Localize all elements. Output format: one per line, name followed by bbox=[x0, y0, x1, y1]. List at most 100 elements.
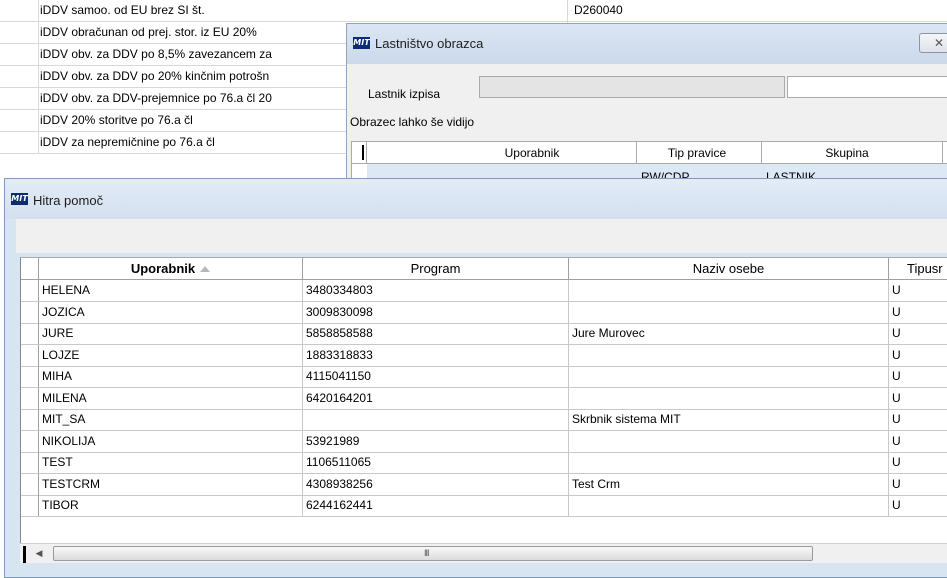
background-row-label: iDDV obv. za DDV po 8,5% zavezancem za bbox=[40, 47, 272, 61]
cell-person-name bbox=[569, 366, 889, 387]
row-selector[interactable] bbox=[21, 344, 39, 366]
cell-program: 6420164201 bbox=[303, 387, 569, 409]
column-header-user-type[interactable]: Tipusr bbox=[889, 258, 947, 279]
cell-person-name bbox=[569, 301, 889, 323]
table-row[interactable]: JOZICA 3009830098 U bbox=[21, 301, 947, 324]
row-selector[interactable] bbox=[21, 323, 39, 344]
background-row-label: iDDV samoo. od EU brez SI št. bbox=[40, 3, 205, 17]
background-row-label: iDDV obv. za DDV-prejemnice po 76.a čl 2… bbox=[40, 91, 272, 105]
cell-user-type: U bbox=[889, 323, 947, 344]
background-row-selector bbox=[0, 66, 39, 87]
row-selector[interactable] bbox=[21, 409, 39, 430]
cell-user: MIHA bbox=[39, 366, 303, 387]
visible-to-label: Obrazec lahko še vidijo bbox=[350, 115, 475, 129]
row-selector[interactable] bbox=[21, 280, 39, 301]
background-row-label: iDDV 20% storitve po 76.a čl bbox=[40, 113, 193, 127]
users-grid: Uporabnik Program Naziv osebe Tipusr HEL… bbox=[20, 257, 947, 547]
table-row[interactable]: HELENA 3480334803 U bbox=[21, 280, 947, 302]
table-row[interactable]: TEST 1106511065 U bbox=[21, 452, 947, 474]
users-grid-header: Uporabnik Program Naziv osebe Tipusr bbox=[21, 258, 947, 280]
cell-user: JURE bbox=[39, 323, 303, 344]
cell-user: TEST bbox=[39, 452, 303, 473]
cell-user: LOJZE bbox=[39, 344, 303, 366]
table-row[interactable]: TESTCRM 4308938256 Test Crm U bbox=[21, 473, 947, 496]
ownership-window-titlebar[interactable]: MIT Lastništvo obrazca ✕ bbox=[347, 24, 947, 64]
cell-program: 3480334803 bbox=[303, 280, 569, 301]
scrollbar-thumb[interactable]: III bbox=[53, 546, 813, 561]
background-row-selector bbox=[0, 0, 39, 21]
cell-user-type: U bbox=[889, 345, 947, 366]
column-header-user[interactable]: Uporabnik bbox=[39, 258, 303, 279]
cell-user-type: U bbox=[889, 474, 947, 495]
background-row-selector bbox=[0, 44, 39, 65]
cell-person-name bbox=[569, 280, 889, 301]
row-selector[interactable] bbox=[21, 430, 39, 452]
sort-ascending-icon bbox=[200, 266, 211, 272]
cell-user: HELENA bbox=[39, 280, 303, 301]
column-header-right-type[interactable]: Tip pravice bbox=[637, 146, 757, 160]
cell-program: 5858858588 bbox=[303, 323, 569, 344]
cell-person-name: Jure Murovec bbox=[569, 323, 889, 344]
cell-user: MILENA bbox=[39, 387, 303, 409]
mit-logo-icon: MIT bbox=[11, 193, 28, 205]
cell-user-type: U bbox=[889, 452, 947, 473]
row-selector-header bbox=[352, 142, 367, 163]
current-record-marker bbox=[23, 546, 26, 563]
background-row-selector bbox=[0, 22, 39, 43]
table-row[interactable]: NIKOLIJA 53921989 U bbox=[21, 430, 947, 453]
quick-help-titlebar[interactable]: MIT Hitra pomoč bbox=[5, 179, 947, 219]
scroll-grip: III bbox=[424, 548, 429, 558]
table-row[interactable]: TIBOR 6244162441 U bbox=[21, 495, 947, 517]
cell-person-name bbox=[569, 387, 889, 409]
row-selector[interactable] bbox=[21, 473, 39, 495]
cell-person-name bbox=[569, 344, 889, 366]
row-selector[interactable] bbox=[21, 366, 39, 387]
row-selector[interactable] bbox=[21, 301, 39, 323]
owner-field[interactable] bbox=[479, 76, 785, 98]
table-row[interactable]: MIT_SA Skrbnik sistema MIT U bbox=[21, 409, 947, 431]
row-selector[interactable] bbox=[21, 495, 39, 516]
cell-program: 53921989 bbox=[303, 430, 569, 452]
cell-program: 4115041150 bbox=[303, 366, 569, 387]
cell-person-name: Test Crm bbox=[569, 473, 889, 495]
cell-user: MIT_SA bbox=[39, 409, 303, 430]
background-row-code: D260040 bbox=[574, 3, 623, 17]
quick-help-window: MIT Hitra pomoč Uporabnik Program Naziv … bbox=[4, 178, 947, 578]
mit-logo-icon: MIT bbox=[353, 37, 370, 49]
cell-program bbox=[303, 409, 569, 430]
cell-user-type: U bbox=[889, 495, 947, 516]
background-row-label: iDDV obračunan od prej. stor. iz EU 20% bbox=[40, 25, 257, 39]
column-header-person-name[interactable]: Naziv osebe bbox=[569, 258, 889, 279]
cell-person-name bbox=[569, 430, 889, 452]
cell-person-name: Skrbnik sistema MIT bbox=[569, 409, 889, 430]
column-header-user[interactable]: Uporabnik bbox=[462, 146, 602, 160]
cell-person-name bbox=[569, 495, 889, 516]
table-row[interactable]: MILENA 6420164201 U bbox=[21, 387, 947, 410]
column-header-program[interactable]: Program bbox=[303, 258, 569, 279]
background-list-row[interactable]: iDDV samoo. od EU brez SI št. D260040 bbox=[0, 0, 947, 22]
close-button[interactable]: ✕ bbox=[919, 33, 947, 53]
row-selector[interactable] bbox=[21, 387, 39, 409]
cell-user: TESTCRM bbox=[39, 473, 303, 495]
horizontal-scrollbar[interactable]: ◀ III bbox=[20, 543, 947, 563]
scroll-left-icon[interactable]: ◀ bbox=[31, 546, 47, 561]
table-row[interactable]: JURE 5858858588 Jure Murovec U bbox=[21, 323, 947, 345]
cell-user-type: U bbox=[889, 409, 947, 430]
quick-help-title: Hitra pomoč bbox=[33, 193, 104, 208]
row-selector-header bbox=[21, 258, 39, 279]
background-row-label: iDDV obv. za DDV po 20% kinčnim potrošn bbox=[40, 69, 270, 83]
cell-user-type: U bbox=[889, 302, 947, 323]
cell-person-name bbox=[569, 452, 889, 473]
background-row-label: iDDV za nepremičnine po 76.a čl bbox=[40, 135, 215, 149]
cell-user-type: U bbox=[889, 431, 947, 452]
owner-field-secondary[interactable] bbox=[787, 76, 947, 98]
ownership-window: MIT Lastništvo obrazca ✕ Lastnik izpisa … bbox=[346, 23, 947, 185]
table-row[interactable]: LOJZE 1883318833 U bbox=[21, 344, 947, 367]
table-row[interactable]: MIHA 4115041150 U bbox=[21, 366, 947, 388]
cell-user: JOZICA bbox=[39, 301, 303, 323]
cell-user: NIKOLIJA bbox=[39, 430, 303, 452]
row-selector[interactable] bbox=[21, 452, 39, 473]
cell-program: 1883318833 bbox=[303, 344, 569, 366]
background-row-selector bbox=[0, 110, 39, 131]
column-header-group[interactable]: Skupina bbox=[782, 146, 912, 160]
